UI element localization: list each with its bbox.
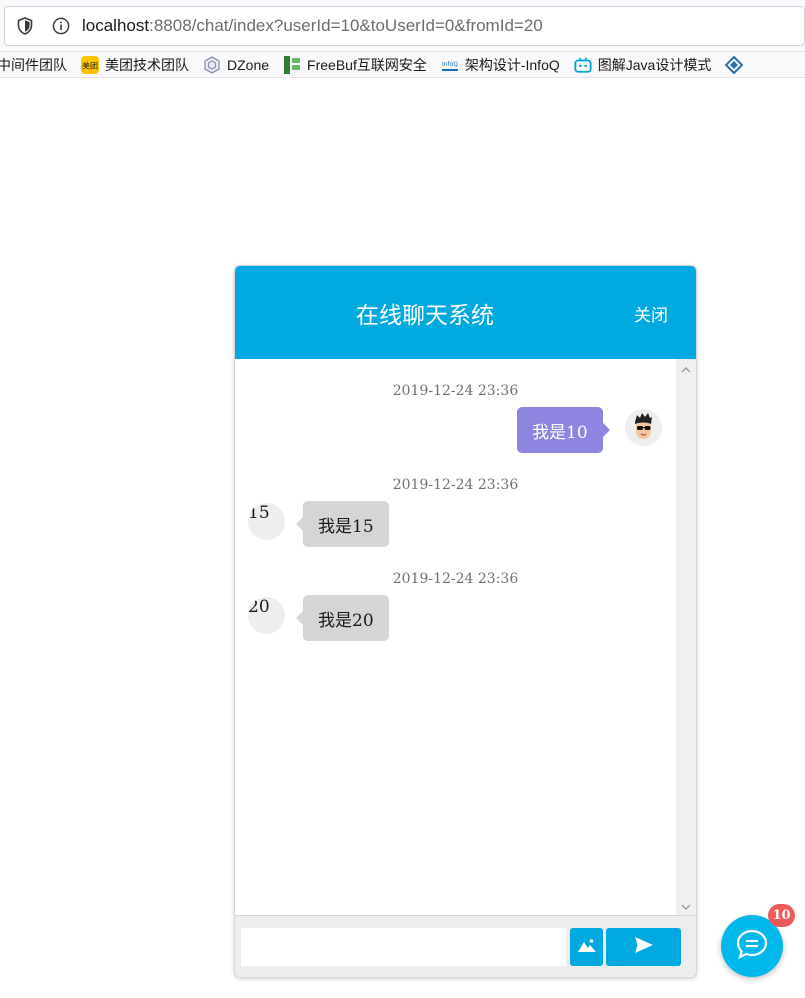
bookmark-freebuf[interactable]: FreeBuf互联网安全 — [283, 55, 427, 75]
message-scrollbar[interactable] — [676, 359, 696, 915]
bookmark-label: 图解Java设计模式 — [597, 56, 712, 73]
chat-header: 在线聊天系统 关闭 — [235, 266, 696, 359]
message-time: 2019-12-24 23:36 — [392, 477, 519, 493]
message-list: 2019-12-24 23:36 我是10 2019-12-24 23:36 1… — [235, 359, 676, 915]
diamond-icon — [725, 55, 744, 74]
url-field[interactable]: localhost:8808/chat/index?userId=10&toUs… — [4, 6, 805, 46]
avatar: 15 — [248, 503, 285, 540]
bookmark-label: 架构设计-InfoQ — [464, 56, 560, 73]
avatar: 20 — [248, 597, 285, 634]
message-time: 2019-12-24 23:36 — [392, 571, 519, 587]
freebuf-icon — [283, 55, 301, 74]
svg-text:InfoQ: InfoQ — [442, 61, 458, 68]
url-host: localhost — [82, 16, 150, 35]
bookmark-infoq[interactable]: InfoQ 架构设计-InfoQ — [441, 55, 560, 75]
dzone-icon — [203, 55, 221, 74]
cartoon-avatar-icon — [625, 409, 662, 446]
bookmark-label: DZone — [227, 56, 270, 73]
info-icon[interactable] — [52, 17, 70, 35]
unread-badge: 10 — [768, 904, 795, 927]
chat-title: 在线聊天系统 — [356, 303, 494, 329]
bookmark-dzone[interactable]: DZone — [203, 55, 270, 74]
message-bubble-self: 我是10 — [517, 407, 610, 453]
chevron-down-icon[interactable] — [676, 899, 696, 915]
address-bar: localhost:8808/chat/index?userId=10&toUs… — [0, 0, 805, 52]
avatar-label: 20 — [248, 597, 270, 617]
image-icon — [577, 937, 597, 957]
message-bubble-other: 我是20 — [296, 595, 389, 641]
chat-window: 在线聊天系统 关闭 2019-12-24 23:36 我是10 2019-12-… — [234, 265, 697, 978]
url-text: localhost:8808/chat/index?userId=10&toUs… — [82, 16, 543, 36]
bookmark-label: 中间件团队 — [0, 56, 67, 73]
bilibili-icon — [574, 56, 592, 74]
bookmark-label: FreeBuf互联网安全 — [307, 56, 427, 73]
shield-icon[interactable] — [16, 17, 34, 35]
close-button[interactable]: 关闭 — [634, 301, 668, 326]
message-time: 2019-12-24 23:36 — [392, 383, 519, 399]
send-icon — [634, 936, 654, 958]
bookmarks-bar: 中间件团队 美团 美团技术团队 DZone FreeBuf互联网安全 InfoQ… — [0, 52, 805, 78]
url-path: :8808/chat/index?userId=10&toUserId=0&fr… — [149, 16, 543, 35]
image-upload-button[interactable] — [570, 928, 603, 966]
bookmark-meituan-tech[interactable]: 美团 美团技术团队 — [81, 55, 189, 75]
meituan-icon: 美团 — [81, 55, 99, 74]
send-button[interactable] — [606, 928, 681, 966]
message-input[interactable] — [241, 928, 566, 966]
chevron-up-icon[interactable] — [676, 361, 696, 377]
bookmark-middleware-team[interactable]: 中间件团队 — [0, 55, 67, 75]
bookmark-java-patterns[interactable]: 图解Java设计模式 — [574, 55, 712, 75]
svg-text:美团: 美团 — [82, 60, 98, 70]
chat-bubble-icon — [736, 929, 768, 963]
message-bubble-other: 我是15 — [296, 501, 389, 547]
avatar-label: 15 — [248, 503, 270, 523]
infoq-icon: InfoQ — [441, 56, 459, 74]
bookmark-truncated[interactable] — [725, 55, 749, 74]
chat-footer — [235, 915, 696, 977]
bookmark-label: 美团技术团队 — [105, 56, 189, 73]
